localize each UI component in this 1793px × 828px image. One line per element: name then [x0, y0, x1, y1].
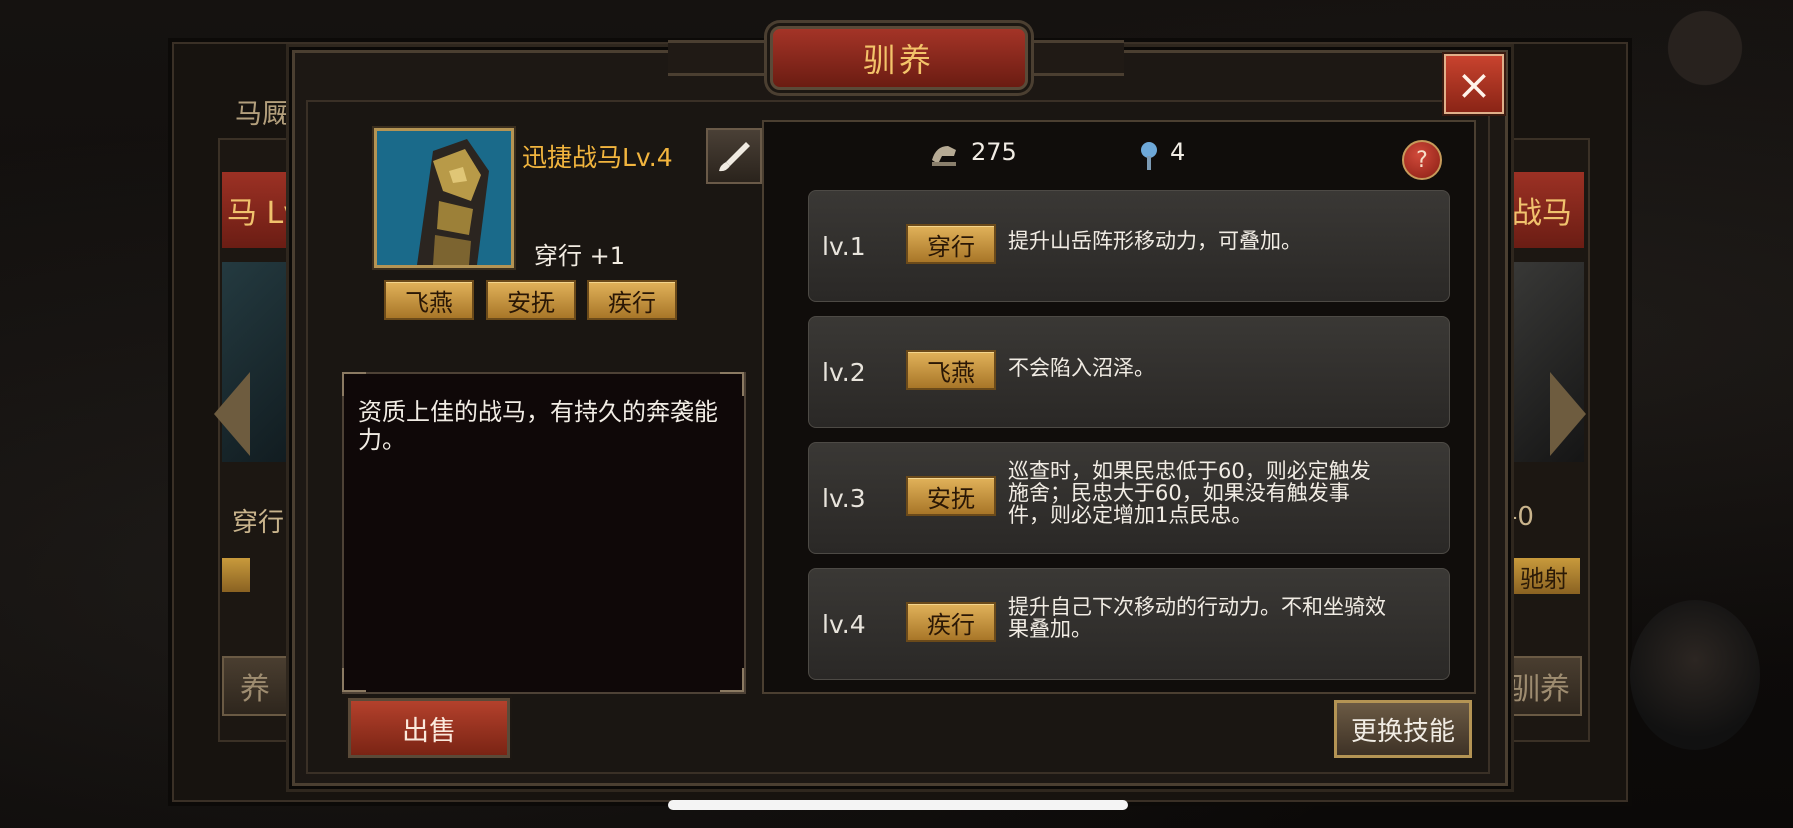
- horseshoe-count: 275: [971, 138, 1017, 166]
- dialog-title: 驯养: [770, 26, 1028, 90]
- change-skill-button[interactable]: 更换技能: [1334, 700, 1472, 758]
- title-ornament-left: [668, 40, 778, 76]
- right-card-stat: -0: [1508, 502, 1534, 532]
- corner-ornament: [342, 372, 366, 396]
- corner-ornament: [720, 668, 744, 692]
- level-description: 提升自己下次移动的行动力。不和坐骑效果叠加。: [1008, 595, 1386, 641]
- level-label: lv.4: [822, 610, 866, 639]
- left-card-button[interactable]: 养: [222, 656, 288, 716]
- horse-name: 迅捷战马Lv.4: [522, 143, 673, 172]
- lantern-icon: [1141, 142, 1157, 170]
- horse-skill-3[interactable]: 疾行: [587, 280, 677, 320]
- level-description: 不会陷入沼泽。: [1008, 356, 1155, 380]
- level-label: lv.3: [822, 484, 866, 513]
- level-skill-chip[interactable]: 飞燕: [906, 350, 996, 390]
- level-skill-chip[interactable]: 疾行: [906, 602, 996, 642]
- level-description: 提升山岳阵形移动力，可叠加。: [1008, 229, 1302, 253]
- prev-arrow-icon[interactable]: [214, 372, 250, 456]
- help-button[interactable]: ?: [1402, 140, 1442, 180]
- close-icon: ×: [1456, 59, 1492, 109]
- horse-armor-icon: [377, 131, 511, 265]
- left-card-stat: 穿行: [232, 508, 285, 538]
- level-label: lv.1: [822, 232, 866, 261]
- corner-ornament: [342, 668, 366, 692]
- home-indicator[interactable]: [668, 800, 1128, 810]
- level-description: 巡查时，如果民忠低于60，则必定触发施舍；民忠大于60，如果没有触发事件，则必定…: [1008, 459, 1371, 527]
- corner-ornament: [720, 372, 744, 396]
- sell-button[interactable]: 出售: [348, 698, 510, 758]
- horse-skill-2[interactable]: 安抚: [486, 280, 576, 320]
- lantern-count: 4: [1170, 138, 1186, 166]
- horse-description: 资质上佳的战马，有持久的奔袭能力。: [358, 398, 718, 454]
- level-skill-chip[interactable]: 安抚: [906, 476, 996, 516]
- stable-tab[interactable]: 马厩: [235, 92, 289, 131]
- dragon-emblem-icon: [1650, 8, 1760, 108]
- right-card-button[interactable]: 驯养: [1498, 656, 1582, 716]
- next-arrow-icon[interactable]: [1550, 372, 1586, 456]
- level-label: lv.2: [822, 358, 866, 387]
- right-card-skill: 驰射: [1508, 558, 1580, 594]
- title-ornament-right: [1014, 40, 1124, 76]
- horse-stat: 穿行 +1: [534, 242, 626, 270]
- rename-button[interactable]: [706, 128, 762, 184]
- horse-skill-1[interactable]: 飞燕: [384, 280, 474, 320]
- close-button[interactable]: ×: [1444, 54, 1504, 114]
- horseshoe-icon: [932, 146, 956, 166]
- left-card-skill: [222, 558, 250, 592]
- level-skill-chip[interactable]: 穿行: [906, 224, 996, 264]
- brush-icon: [719, 142, 750, 172]
- horse-portrait[interactable]: [374, 128, 514, 268]
- right-card-name: 战马: [1500, 172, 1584, 248]
- advisor-portrait[interactable]: [1630, 600, 1760, 750]
